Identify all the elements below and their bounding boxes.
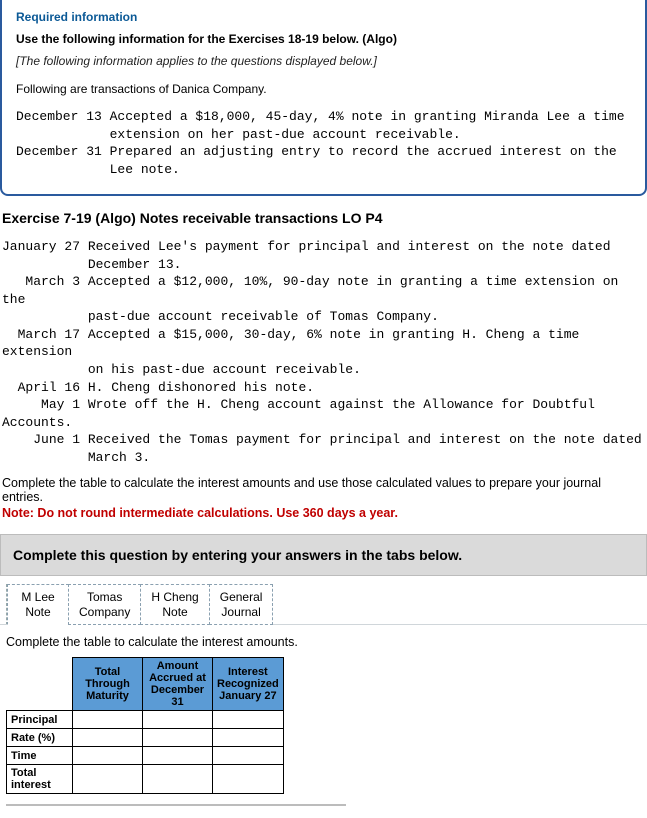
- tab-instruction: Complete the table to calculate the inte…: [6, 635, 647, 649]
- table-row: Time: [7, 747, 284, 765]
- tab-label-line2: Note: [151, 605, 198, 619]
- tabs-row: M Lee Note Tomas Company H Cheng Note Ge…: [6, 584, 647, 625]
- table-row: Principal: [7, 711, 284, 729]
- cell-time-recognized[interactable]: [213, 747, 284, 765]
- row-label-total-interest: Total interest: [7, 765, 73, 794]
- table-row: Rate (%): [7, 729, 284, 747]
- cell-time-total[interactable]: [73, 747, 143, 765]
- cell-principal-recognized[interactable]: [213, 711, 284, 729]
- tab-label-line1: H Cheng: [151, 590, 198, 604]
- tabs-banner: Complete this question by entering your …: [0, 534, 647, 576]
- tab-mlee-note[interactable]: M Lee Note: [7, 584, 69, 625]
- interest-table: Total Through Maturity Amount Accrued at…: [6, 657, 284, 794]
- row-label-principal: Principal: [7, 711, 73, 729]
- note-red: Note: Do not round intermediate calculat…: [2, 506, 645, 520]
- tab-hcheng-note[interactable]: H Cheng Note: [140, 584, 209, 625]
- tab-label-line1: Tomas: [79, 590, 130, 604]
- exercise-title: Exercise 7-19 (Algo) Notes receivable tr…: [2, 210, 637, 226]
- row-label-rate: Rate (%): [7, 729, 73, 747]
- table-corner: [7, 658, 73, 711]
- tab-label-line2: Journal: [220, 605, 263, 619]
- applies-line: [The following information applies to th…: [16, 54, 631, 68]
- tab-label-line1: General: [220, 590, 263, 604]
- col-header-total: Total Through Maturity: [73, 658, 143, 711]
- transactions-block: December 13 Accepted a $18,000, 45-day, …: [16, 108, 631, 178]
- cell-rate-total[interactable]: [73, 729, 143, 747]
- cell-principal-total[interactable]: [73, 711, 143, 729]
- cell-totalint-total[interactable]: [73, 765, 143, 794]
- cell-rate-accrued[interactable]: [143, 729, 213, 747]
- tab-tomas-company[interactable]: Tomas Company: [68, 584, 141, 625]
- cell-totalint-accrued[interactable]: [143, 765, 213, 794]
- exercise-transactions: January 27 Received Lee's payment for pr…: [2, 238, 643, 466]
- tab-label-line2: Note: [18, 605, 58, 619]
- bottom-divider: [6, 804, 346, 806]
- tab-content: Complete the table to calculate the inte…: [0, 624, 647, 818]
- table-row: Total interest: [7, 765, 284, 794]
- following-line: Following are transactions of Danica Com…: [16, 82, 631, 96]
- cell-rate-recognized[interactable]: [213, 729, 284, 747]
- tab-general-journal[interactable]: General Journal: [209, 584, 274, 625]
- cell-time-accrued[interactable]: [143, 747, 213, 765]
- use-info-line: Use the following information for the Ex…: [16, 32, 631, 46]
- tab-label-line2: Company: [79, 605, 130, 619]
- required-info-heading: Required information: [16, 10, 631, 24]
- col-header-accrued: Amount Accrued at December 31: [143, 658, 213, 711]
- cell-totalint-recognized[interactable]: [213, 765, 284, 794]
- cell-principal-accrued[interactable]: [143, 711, 213, 729]
- row-label-time: Time: [7, 747, 73, 765]
- complete-instruction: Complete the table to calculate the inte…: [2, 476, 645, 504]
- col-header-recognized: Interest Recognized January 27: [213, 658, 284, 711]
- required-info-box: Required information Use the following i…: [0, 0, 647, 196]
- tab-label-line1: M Lee: [18, 590, 58, 604]
